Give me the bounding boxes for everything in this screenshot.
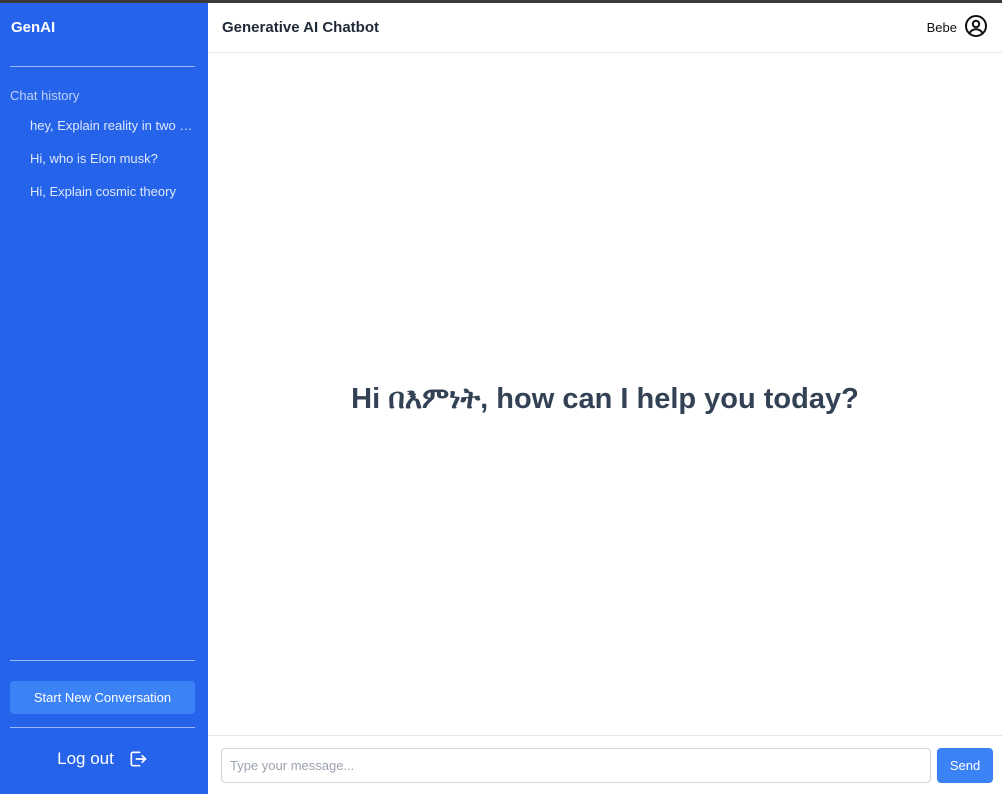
message-composer: Send	[208, 735, 1002, 794]
chat-history-heading: Chat history	[10, 88, 80, 103]
chat-history-list: hey, Explain reality in two lines Hi, wh…	[10, 116, 195, 215]
username: Bebe	[926, 20, 957, 35]
top-bar: Generative AI Chatbot Bebe	[208, 3, 1002, 53]
message-input[interactable]	[221, 747, 931, 783]
logout-label: Log out	[57, 749, 114, 768]
app-root: GenAI Chat history hey, Explain reality …	[0, 3, 1002, 794]
chat-history-item[interactable]: Hi, who is Elon musk?	[10, 149, 195, 182]
chat-history-item[interactable]: hey, Explain reality in two lines	[10, 116, 195, 149]
sidebar: GenAI Chat history hey, Explain reality …	[0, 3, 208, 794]
logout-icon	[128, 749, 148, 769]
page-title: Generative AI Chatbot	[222, 19, 379, 36]
sidebar-divider	[10, 660, 195, 661]
logout-button[interactable]: Log out	[10, 728, 195, 794]
main-panel: Generative AI Chatbot Bebe Hi በእምነት, how…	[208, 3, 1002, 794]
sidebar-divider	[10, 66, 195, 67]
chat-history-item[interactable]: Hi, Explain cosmic theory	[10, 182, 195, 215]
start-new-conversation-button[interactable]: Start New Conversation	[10, 681, 195, 714]
chat-area: Hi በእምነት, how can I help you today?	[208, 53, 1002, 735]
welcome-greeting: Hi በእምነት, how can I help you today?	[351, 382, 859, 415]
user-circle-icon[interactable]	[964, 14, 988, 41]
send-button[interactable]: Send	[937, 747, 993, 783]
brand-logo[interactable]: GenAI	[10, 3, 195, 52]
user-menu[interactable]: Bebe	[927, 14, 988, 41]
